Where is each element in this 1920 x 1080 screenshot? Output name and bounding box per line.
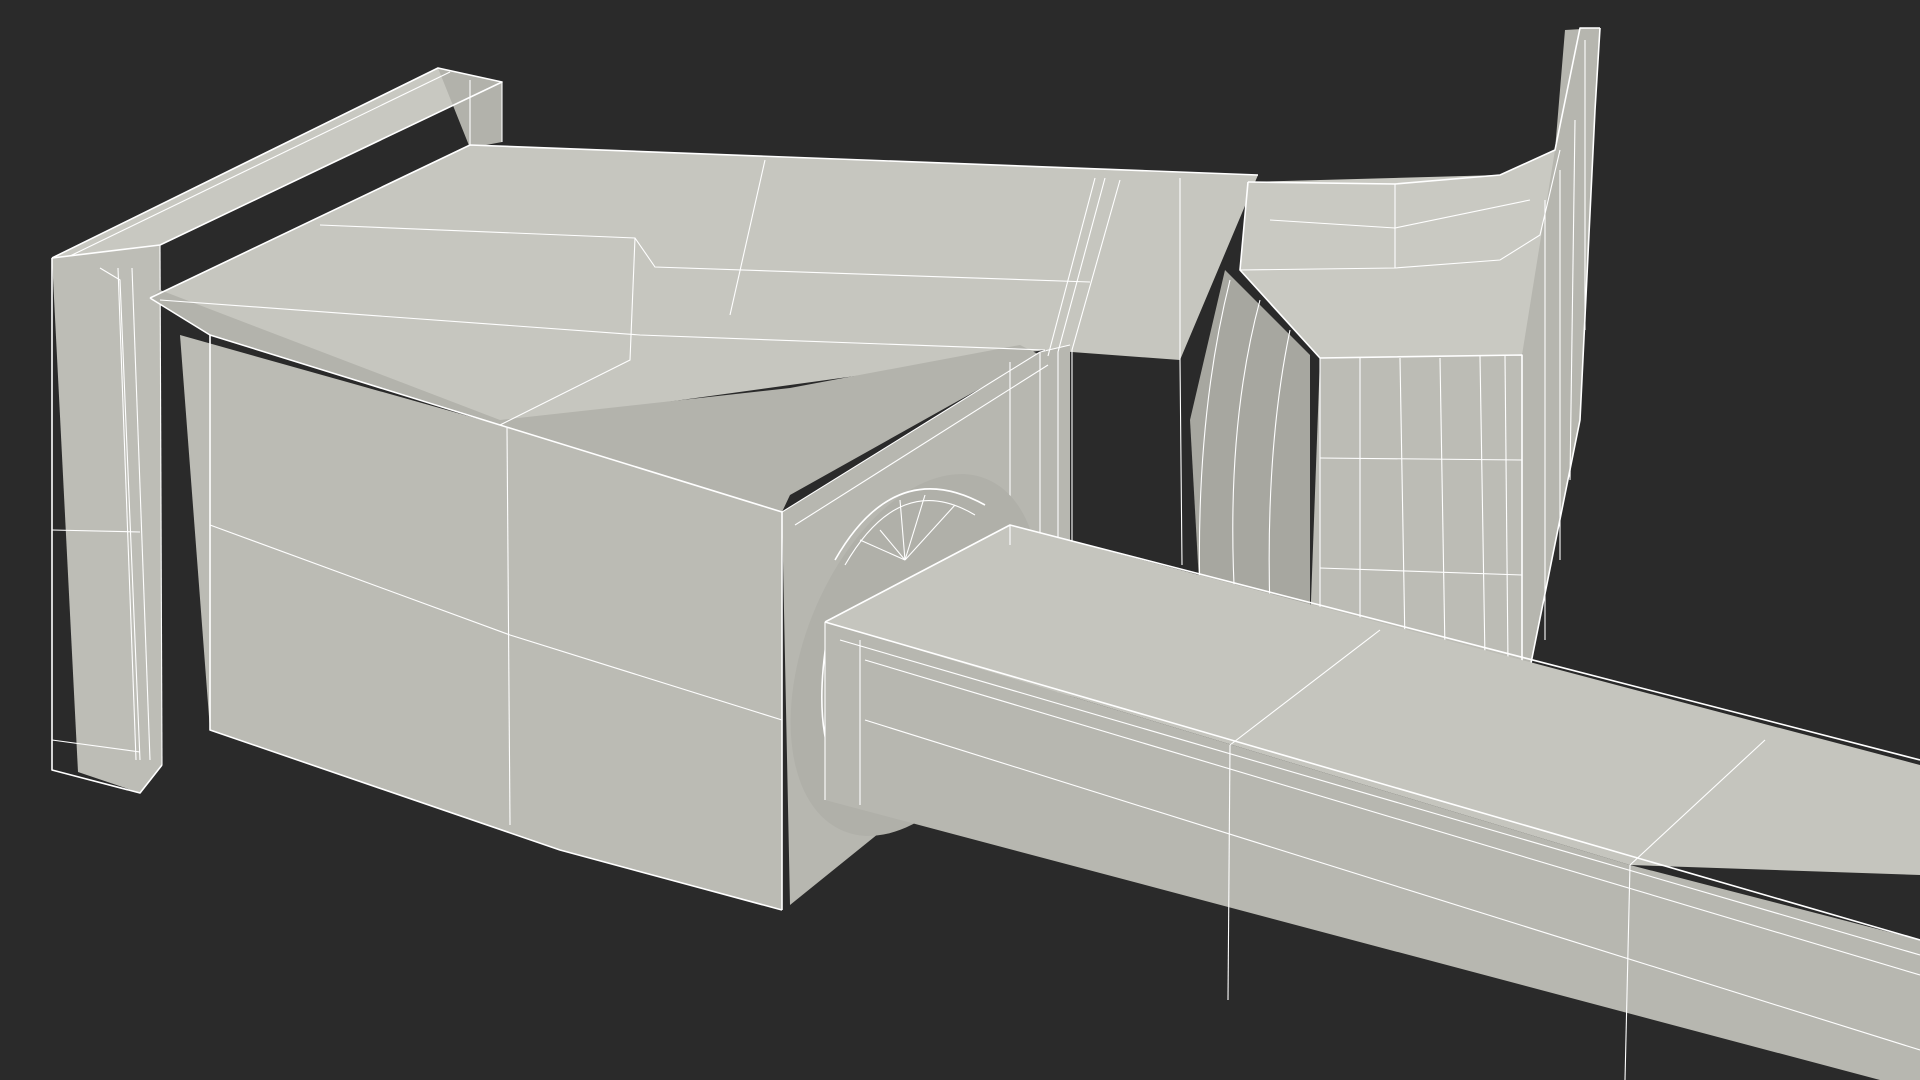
right-connector xyxy=(1190,27,1601,669)
3d-viewport[interactable] xyxy=(0,0,1920,1080)
left-flange-front-face xyxy=(52,245,162,793)
wireframe-render xyxy=(51,27,1920,1080)
